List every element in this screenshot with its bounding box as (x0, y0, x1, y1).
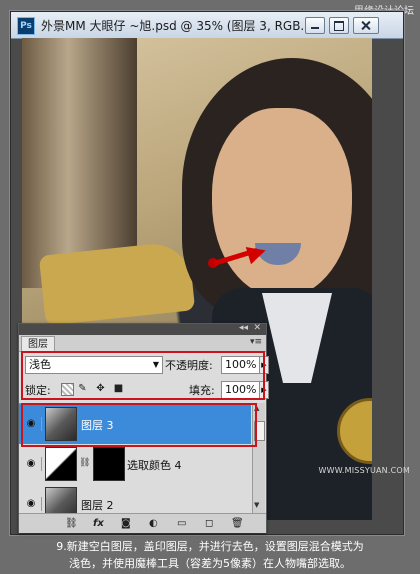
fill-input[interactable]: 100% (221, 381, 260, 399)
chain-link-icon: ⛓ (79, 458, 91, 468)
caption-line-1: 9.新建空白图层，盖印图层，并进行去色，设置图层混合模式为 (56, 540, 364, 553)
lock-label: 锁定: (25, 384, 51, 397)
fx-icon[interactable]: fx (93, 517, 104, 530)
scroll-down-icon[interactable]: ▼ (254, 501, 259, 509)
photoshop-app-icon: Ps (17, 17, 35, 35)
lock-move-icon[interactable]: ✥ (95, 383, 106, 394)
panel-bottom-bar: ⛓ fx ◙ ◐ ▭ ◻ 🗑 (19, 513, 266, 533)
opacity-label: 不透明度: (165, 359, 213, 372)
photo-face (212, 108, 352, 298)
mask-icon[interactable]: ◙ (121, 517, 131, 530)
layer-row[interactable]: ◉ 图层 2 (19, 484, 251, 514)
folder-icon[interactable]: ▭ (177, 517, 186, 530)
tab-layers[interactable]: 图层 (21, 336, 55, 352)
chevron-down-icon: ▼ (152, 360, 159, 369)
mask-thumbnail (93, 447, 125, 481)
panel-menu-icon[interactable]: ▾≡ (250, 337, 262, 347)
lock-brush-icon[interactable]: ✎ (77, 383, 88, 394)
panel-tabs: 图层 ▾≡ (19, 335, 266, 352)
layer-name: 图层 3 (81, 419, 114, 432)
document-title: 外景MM 大眼仔 ~旭.psd @ 35% (图层 3, RGB... (41, 19, 312, 33)
scroll-up-icon[interactable]: ▲ (254, 404, 259, 412)
layer-thumbnail (45, 407, 77, 441)
layer-list: ◉ 图层 3 ◉ ⛓ 选取颜色 4 ◉ 图层 2 (19, 403, 251, 514)
adjustment-icon[interactable]: ◐ (149, 517, 158, 530)
tutorial-caption: 9.新建空白图层，盖印图层，并进行去色，设置图层混合模式为 浅色，并使用魔棒工具… (0, 538, 420, 572)
eye-icon[interactable]: ◉ (21, 417, 42, 431)
panel-close-icon[interactable]: ✕ (253, 323, 261, 333)
collapse-icon[interactable]: ◂◂ (239, 323, 248, 333)
layer-name: 图层 2 (81, 499, 114, 512)
adjustment-thumbnail (45, 447, 77, 481)
lock-all-icon[interactable]: ■ (113, 383, 124, 394)
layers-panel: ◂◂ ✕ 图层 ▾≡ 浅色 ▼ 不透明度: 100% ▶ 锁定: ✎ ✥ ■ 填… (18, 323, 269, 533)
opacity-arrow-icon[interactable]: ▶ (259, 356, 269, 374)
trash-icon[interactable]: 🗑 (231, 517, 244, 530)
close-button[interactable] (353, 17, 379, 34)
lock-transparent-icon[interactable] (61, 383, 74, 396)
minimize-button[interactable] (305, 17, 325, 34)
layer-scrollbar[interactable]: ▲ ▼ (252, 403, 265, 513)
new-layer-icon[interactable]: ◻ (205, 517, 213, 530)
layer-thumbnail (45, 487, 77, 514)
link-icon[interactable]: ⛓ (65, 517, 78, 530)
eye-icon[interactable]: ◉ (21, 457, 42, 471)
caption-line-2: 浅色，并使用魔棒工具（容差为5像素）在人物嘴部选取。 (69, 557, 351, 570)
watermark-url: WWW.MISSYUAN.COM (318, 466, 410, 475)
fill-label: 填充: (189, 384, 215, 397)
layer-name: 选取颜色 4 (127, 459, 182, 472)
eye-icon[interactable]: ◉ (21, 497, 42, 511)
opacity-input[interactable]: 100% (221, 356, 260, 374)
maximize-button[interactable] (329, 17, 349, 34)
blend-mode-select[interactable]: 浅色 ▼ (25, 356, 163, 374)
panel-header[interactable]: ◂◂ ✕ (19, 323, 266, 335)
blend-mode-value: 浅色 (29, 358, 51, 371)
layer-row[interactable]: ◉ 图层 3 (19, 404, 251, 445)
scroll-thumb[interactable] (254, 421, 265, 441)
title-bar[interactable]: Ps 外景MM 大眼仔 ~旭.psd @ 35% (图层 3, RGB... (11, 12, 403, 39)
layer-row[interactable]: ◉ ⛓ 选取颜色 4 (19, 444, 251, 485)
fill-arrow-icon[interactable]: ▶ (259, 381, 269, 399)
